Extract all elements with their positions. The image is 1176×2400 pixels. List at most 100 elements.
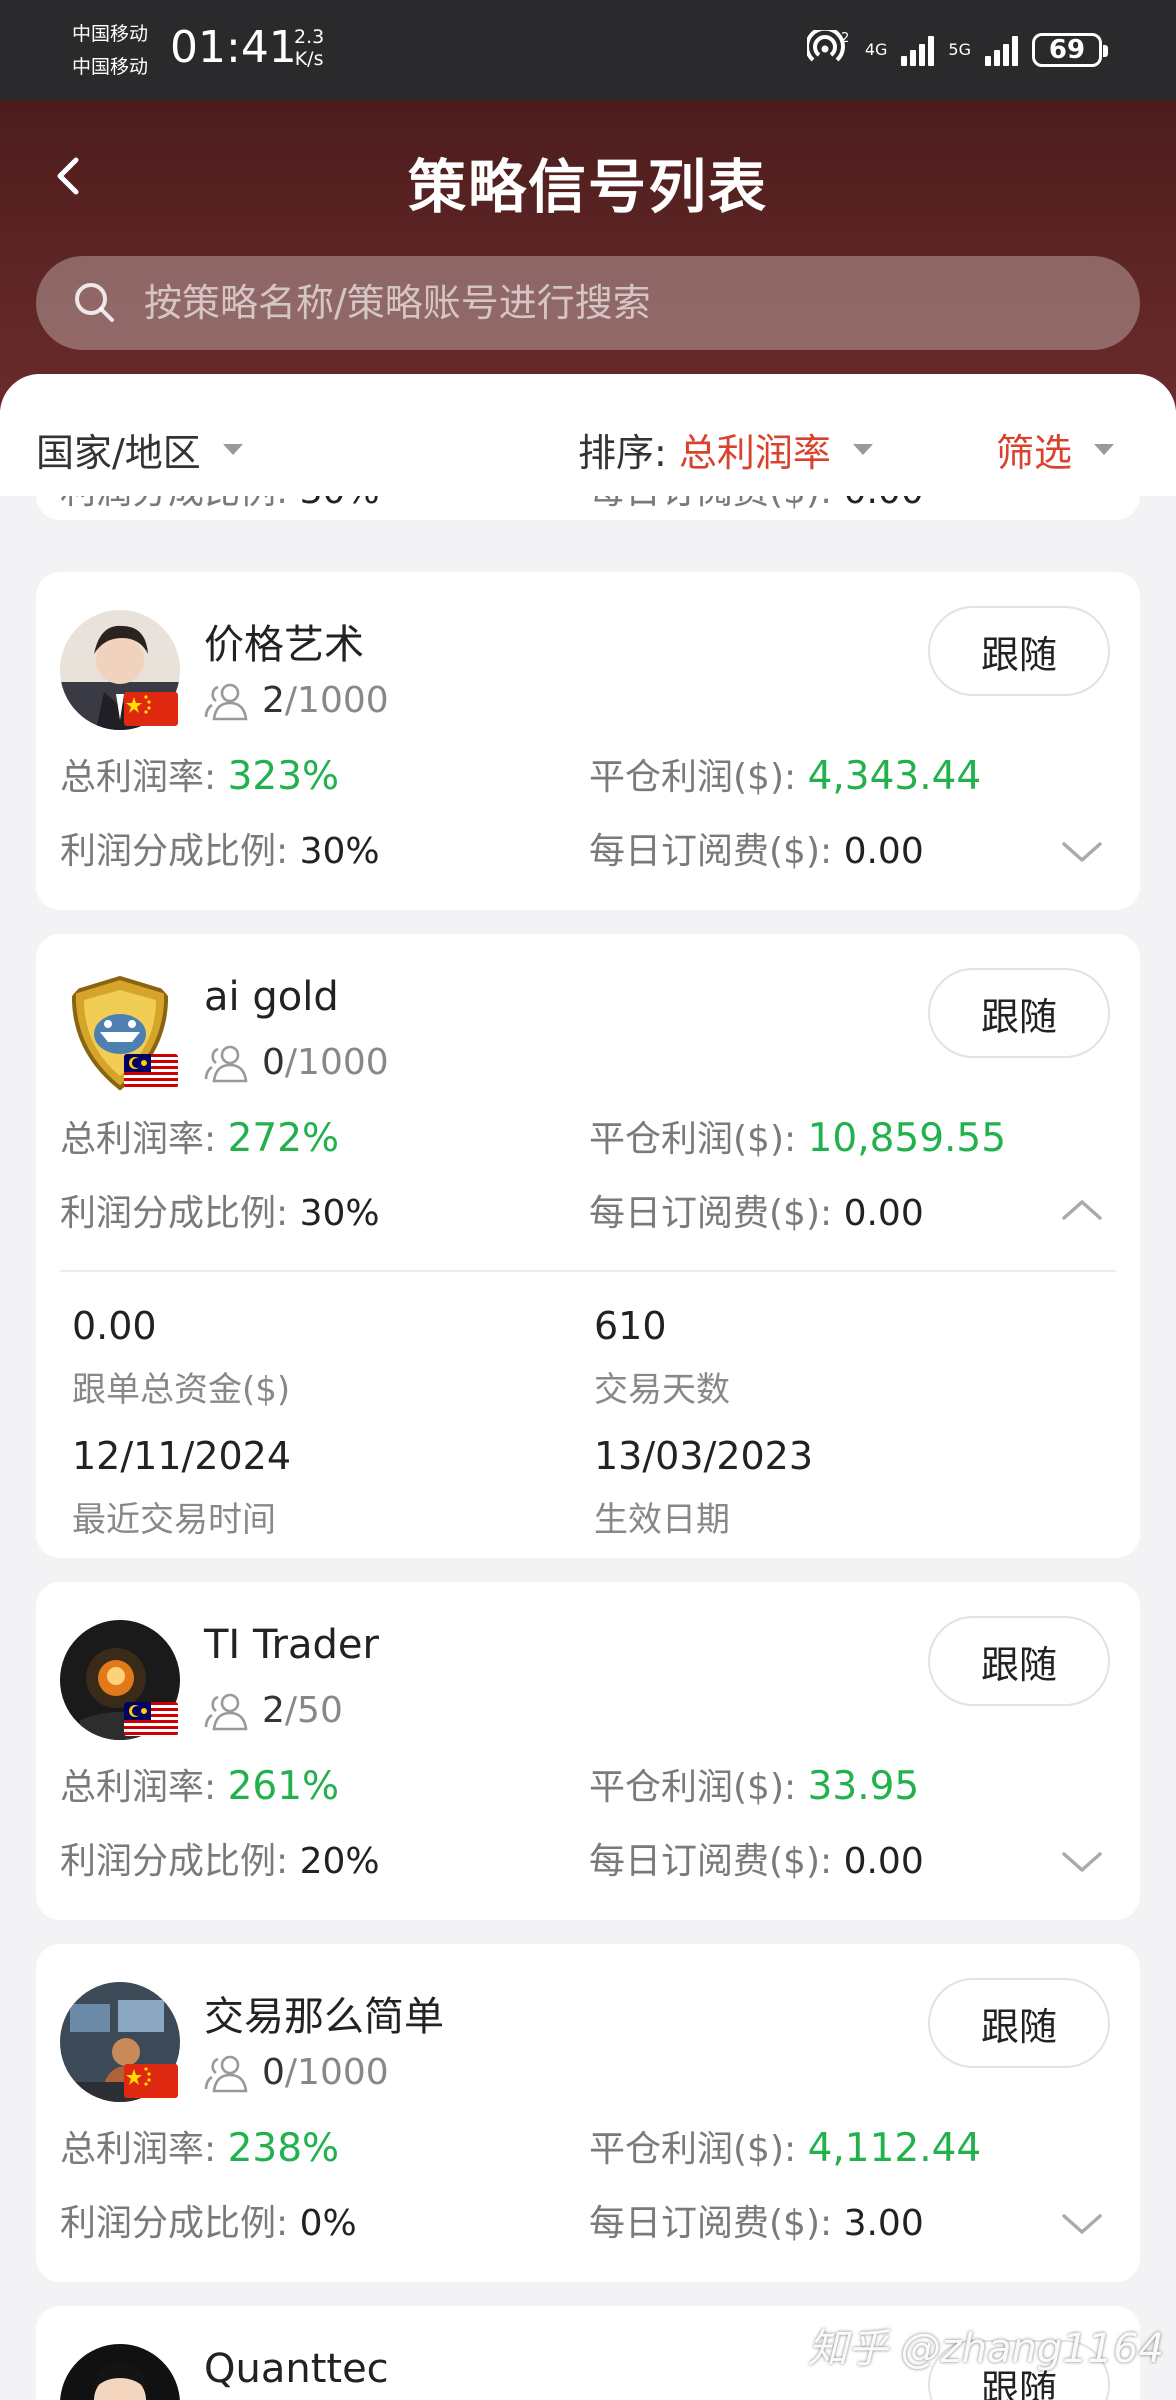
follow-button[interactable]: 跟随 <box>928 968 1110 1058</box>
chevron-down-icon[interactable] <box>1060 838 1104 866</box>
closed-profit: 平仓利润($): 4,112.44 <box>589 2120 981 2172</box>
region-filter[interactable]: 国家/地区 <box>36 422 243 477</box>
detail-label: 最近交易时间 <box>72 1500 276 1540</box>
battery-indicator: 69 <box>1032 33 1108 67</box>
net-type-1: 4G <box>864 40 888 59</box>
strategy-name[interactable]: 交易那么简单 <box>204 1984 444 2042</box>
strategy-card: ai gold 0 /1000 跟随 总利润率: 272% 平仓利润($): 1… <box>36 934 1140 1558</box>
signal-bars-1-icon <box>901 34 935 66</box>
sort-dropdown[interactable]: 排序: 总利润率 <box>578 422 873 477</box>
detail-value: 610 <box>594 1304 667 1348</box>
follower-capacity: /1000 <box>284 2052 389 2093</box>
people-icon <box>204 1045 248 1082</box>
share-ratio-label: 利润分成比例: <box>60 1193 289 1234</box>
closed-profit-label: 平仓利润($): <box>589 1767 797 1808</box>
search-input[interactable] <box>144 273 1140 333</box>
hotspot-badge: 2 <box>841 31 849 46</box>
closed-profit-label: 平仓利润($): <box>589 1119 797 1160</box>
carrier-labels: 中国移动 中国移动 <box>72 18 148 84</box>
total-profit-rate-label: 总利润率: <box>60 2129 217 2170</box>
share-ratio-value: 30% <box>299 1193 380 1234</box>
total-profit-rate: 总利润率: 238% <box>60 2120 339 2172</box>
daily-fee: 每日订阅费($): 0.00 <box>589 1832 924 1884</box>
detail-trading-days: 610 交易天数 <box>594 1304 730 1411</box>
strategy-name[interactable]: 价格艺术 <box>204 612 364 670</box>
strategy-name[interactable]: ai gold <box>204 974 339 1020</box>
clock: 01:41 <box>170 22 297 73</box>
total-profit-rate-label: 总利润率: <box>60 1767 217 1808</box>
people-icon <box>204 683 248 720</box>
follower-count: 2 /50 <box>204 1690 343 1731</box>
total-profit-rate-value: 272% <box>227 1116 340 1161</box>
follower-count: 0 /1000 <box>204 2052 389 2093</box>
daily-fee-value: 0.00 <box>843 831 924 872</box>
share-ratio: 利润分成比例: 30% <box>60 1184 380 1236</box>
filter-bar: 国家/地区 排序: 总利润率 筛选 <box>0 374 1176 496</box>
caret-down-icon <box>852 444 873 455</box>
daily-fee-value: 0.00 <box>843 1193 924 1234</box>
flag-china-icon <box>124 692 178 726</box>
daily-fee: 每日订阅费($): 3.00 <box>589 2194 924 2246</box>
share-ratio-label: 利润分成比例: <box>60 831 289 872</box>
detail-label: 跟单总资金($) <box>72 1370 291 1410</box>
detail-value: 12/11/2024 <box>72 1434 292 1478</box>
people-icon <box>204 1693 248 1730</box>
search-icon <box>75 283 114 322</box>
net-type-2: 5G <box>948 40 971 59</box>
daily-fee-label: 每日订阅费($): <box>589 831 833 872</box>
follow-button[interactable]: 跟随 <box>928 606 1110 696</box>
closed-profit-value: 10,859.55 <box>807 1116 1007 1161</box>
closed-profit-value: 4,343.44 <box>807 754 982 799</box>
follower-capacity: /50 <box>284 1690 343 1731</box>
follower-current: 0 <box>262 1042 285 1083</box>
sort-value: 总利润率 <box>678 431 831 475</box>
detail-total-copy-funds: 0.00 跟单总资金($) <box>72 1304 290 1411</box>
total-profit-rate-value: 261% <box>227 1764 340 1809</box>
detail-value: 0.00 <box>72 1304 157 1348</box>
daily-fee: 每日订阅费($): 0.00 <box>589 822 924 874</box>
chevron-up-icon[interactable] <box>1060 1196 1104 1224</box>
chevron-down-icon[interactable] <box>1060 2210 1104 2238</box>
follower-capacity: /1000 <box>284 680 389 721</box>
chevron-down-icon[interactable] <box>1060 1848 1104 1876</box>
share-ratio-label: 利润分成比例: <box>60 2203 289 2244</box>
detail-value: 13/03/2023 <box>594 1434 814 1478</box>
search-bar[interactable] <box>36 256 1140 350</box>
network-speed: 2.3 K/s <box>294 26 324 70</box>
speed-unit: K/s <box>294 48 324 70</box>
sort-label: 排序: <box>578 431 667 475</box>
strategy-name[interactable]: TI Trader <box>204 1622 379 1668</box>
daily-fee-value: 0.00 <box>843 1841 924 1882</box>
daily-fee-value: 3.00 <box>843 2203 924 2244</box>
watermark: 知乎 @zhang1164 <box>807 2326 1164 2372</box>
header: 策略信号列表 <box>0 100 1176 420</box>
follow-button[interactable]: 跟随 <box>928 1616 1110 1706</box>
share-ratio-value: 30% <box>299 831 380 872</box>
total-profit-rate-value: 323% <box>227 754 340 799</box>
carrier-2: 中国移动 <box>72 56 149 78</box>
closed-profit: 平仓利润($): 4,343.44 <box>589 748 981 800</box>
content-panel: 国家/地区 排序: 总利润率 筛选 利润分成比例: 30% 每日订阅费($): … <box>0 374 1176 2400</box>
signal-bars-2-icon <box>985 34 1018 66</box>
total-profit-rate: 总利润率: 261% <box>60 1758 339 1810</box>
total-profit-rate-label: 总利润率: <box>60 757 217 798</box>
share-ratio-label: 利润分成比例: <box>60 1841 289 1882</box>
hotspot-icon: 2 <box>806 30 849 62</box>
strategy-name[interactable]: Quanttec <box>204 2346 389 2392</box>
detail-label: 生效日期 <box>594 1500 730 1540</box>
page-title: 策略信号列表 <box>407 153 768 221</box>
closed-profit: 平仓利润($): 33.95 <box>589 1758 919 1810</box>
share-ratio: 利润分成比例: 30% <box>60 822 380 874</box>
strategy-card: 交易那么简单 0 /1000 跟随 总利润率: 238% 平仓利润($): 4,… <box>36 1944 1140 2282</box>
region-filter-label: 国家/地区 <box>36 431 201 475</box>
follower-count: 0 /1000 <box>204 1042 389 1083</box>
caret-down-icon <box>222 444 243 455</box>
filter-button[interactable]: 筛选 <box>996 422 1115 477</box>
flag-malaysia-icon <box>124 1702 178 1736</box>
status-bar: 中国移动 中国移动 01:41 2.3 K/s 2 4G 5G 69 <box>0 0 1176 100</box>
daily-fee-label: 每日订阅费($): <box>589 1841 833 1882</box>
share-ratio: 利润分成比例: 20% <box>60 1832 380 1884</box>
follow-button[interactable]: 跟随 <box>928 1978 1110 2068</box>
flag-malaysia-icon <box>124 1054 178 1088</box>
avatar <box>60 2344 180 2400</box>
